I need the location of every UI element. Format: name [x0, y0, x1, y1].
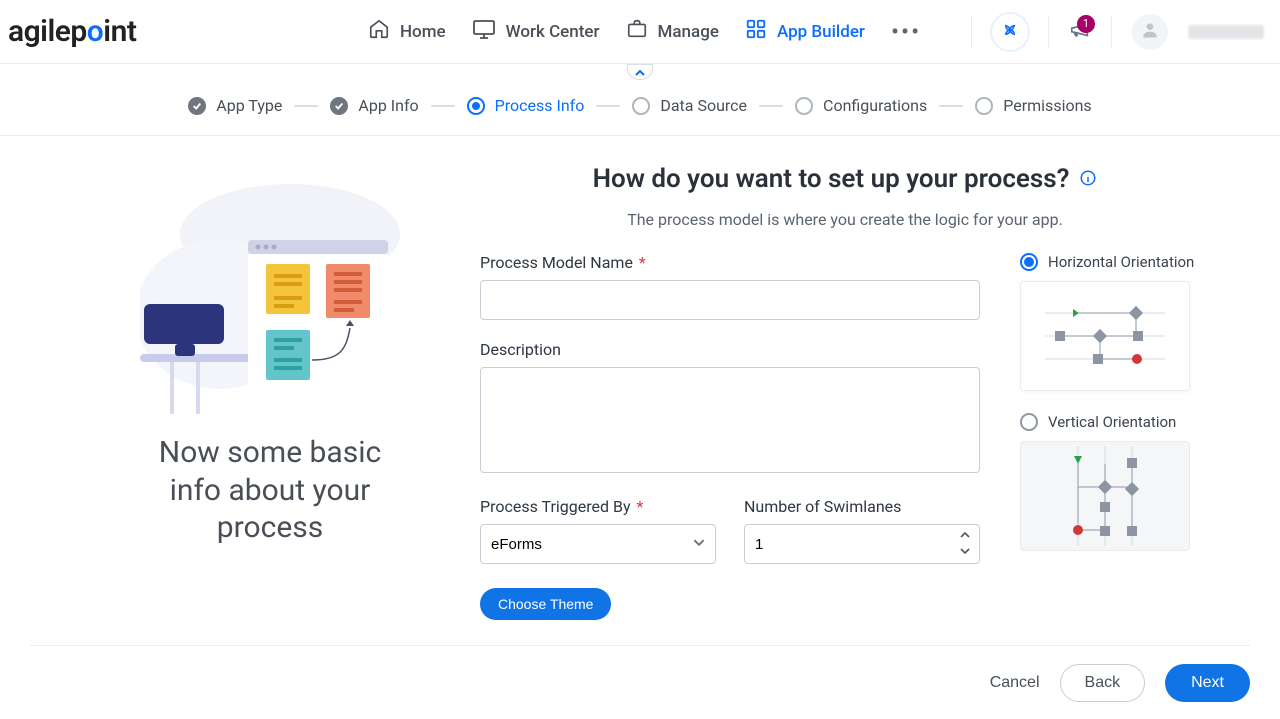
separator	[1111, 15, 1112, 49]
user-icon	[1140, 20, 1160, 44]
orientation-horizontal-label: Horizontal Orientation	[1048, 253, 1194, 271]
form-area: How do you want to set up your process? …	[480, 164, 1210, 620]
step-connector	[596, 105, 620, 107]
nav-manage[interactable]: Manage	[626, 18, 719, 45]
hero-illustration	[140, 164, 400, 414]
swimlanes-stepper[interactable]	[744, 524, 980, 564]
step-data-source[interactable]: Data Source	[632, 96, 747, 115]
stepper-up[interactable]	[956, 528, 974, 542]
choose-theme-button[interactable]: Choose Theme	[480, 588, 611, 620]
orientation-vertical-label: Vertical Orientation	[1048, 413, 1176, 431]
nav-home-label: Home	[400, 22, 446, 42]
orientation-vertical-preview[interactable]	[1020, 441, 1190, 551]
monitor-icon	[472, 18, 496, 45]
radio-current-icon	[467, 97, 485, 115]
top-bar: agilepoint Home Work Center Manage App B…	[0, 0, 1280, 64]
check-icon	[188, 97, 206, 115]
radio-empty-icon	[975, 97, 993, 115]
notification-badge: 1	[1077, 15, 1095, 33]
swimlanes-input[interactable]	[744, 524, 980, 564]
stepper-down[interactable]	[956, 544, 974, 558]
step-connector	[759, 105, 783, 107]
orientation-horizontal[interactable]: Horizontal Orientation	[1020, 253, 1210, 271]
topbar-right: 1	[971, 14, 1264, 50]
page-title-row: How do you want to set up your process?	[480, 164, 1210, 194]
separator	[971, 15, 972, 49]
label-text: Process Model Name	[480, 253, 633, 272]
radio-empty-icon	[632, 97, 650, 115]
step-connector	[939, 105, 963, 107]
description-textarea[interactable]	[480, 367, 980, 473]
step-label: Process Info	[495, 96, 585, 115]
process-model-name-label: Process Model Name *	[480, 253, 980, 272]
triggered-by-label: Process Triggered By *	[480, 497, 716, 516]
radio-empty-icon	[795, 97, 813, 115]
wizard-stepper: App Type App Info Process Info Data Sour…	[0, 76, 1280, 136]
ai-assist-button[interactable]	[992, 14, 1028, 50]
nav-app-builder[interactable]: App Builder	[745, 18, 865, 45]
step-process-info[interactable]: Process Info	[467, 96, 585, 115]
chevron-up-icon	[634, 63, 646, 82]
hero-panel: Now some basic info about your process	[120, 164, 420, 620]
required-asterisk: *	[639, 253, 646, 272]
next-button[interactable]: Next	[1165, 664, 1250, 702]
nav-home[interactable]: Home	[368, 18, 446, 45]
description-label: Description	[480, 340, 980, 359]
step-label: App Info	[358, 96, 418, 115]
pinwheel-icon	[1000, 20, 1020, 44]
home-icon	[368, 18, 390, 45]
required-asterisk: *	[637, 497, 644, 516]
user-name	[1188, 25, 1264, 39]
triggered-by-value[interactable]	[480, 524, 716, 564]
check-icon	[330, 97, 348, 115]
info-icon[interactable]	[1079, 164, 1097, 194]
form-fields: Process Model Name * Description Process…	[480, 253, 980, 620]
user-avatar[interactable]	[1132, 14, 1168, 50]
grid-icon	[745, 18, 767, 45]
orientation-horizontal-preview[interactable]	[1020, 281, 1190, 391]
brand-text: agilepoint	[8, 14, 136, 49]
notifications-button[interactable]: 1	[1069, 19, 1091, 45]
triggered-by-select[interactable]	[480, 524, 716, 564]
step-app-info[interactable]: App Info	[330, 96, 418, 115]
main-content: Now some basic info about your process H…	[0, 136, 1280, 620]
hero-caption: Now some basic info about your process	[140, 434, 400, 547]
nav-work-center[interactable]: Work Center	[472, 18, 600, 45]
step-app-type[interactable]: App Type	[188, 96, 282, 115]
page-title: How do you want to set up your process?	[593, 164, 1070, 194]
swimlanes-label: Number of Swimlanes	[744, 497, 980, 516]
nav-work-center-label: Work Center	[506, 22, 600, 42]
collapse-row	[0, 64, 1280, 76]
page-subtitle: The process model is where you create th…	[480, 210, 1210, 229]
wizard-footer: Cancel Back Next	[30, 645, 1250, 719]
process-model-name-input[interactable]	[480, 280, 980, 320]
nav-app-builder-label: App Builder	[777, 22, 865, 42]
step-label: Configurations	[823, 96, 927, 115]
back-button[interactable]: Back	[1060, 664, 1146, 702]
separator	[1048, 15, 1049, 49]
orientation-options: Horizontal Orientation	[1020, 253, 1210, 620]
radio-checked-icon	[1020, 253, 1038, 271]
orientation-vertical[interactable]: Vertical Orientation	[1020, 413, 1210, 431]
label-text: Process Triggered By	[480, 497, 631, 516]
briefcase-icon	[626, 18, 648, 45]
step-label: App Type	[216, 96, 282, 115]
step-connector	[294, 105, 318, 107]
step-label: Data Source	[660, 96, 747, 115]
step-connector	[431, 105, 455, 107]
step-configurations[interactable]: Configurations	[795, 96, 927, 115]
step-permissions[interactable]: Permissions	[975, 96, 1091, 115]
nav-more[interactable]: •••	[891, 18, 921, 46]
nav-manage-label: Manage	[658, 22, 719, 42]
step-label: Permissions	[1003, 96, 1091, 115]
brand-logo: agilepoint	[8, 14, 168, 49]
main-nav: Home Work Center Manage App Builder •••	[368, 18, 921, 46]
radio-empty-icon	[1020, 413, 1038, 431]
cancel-button[interactable]: Cancel	[990, 674, 1040, 692]
chevron-down-icon	[692, 535, 706, 554]
